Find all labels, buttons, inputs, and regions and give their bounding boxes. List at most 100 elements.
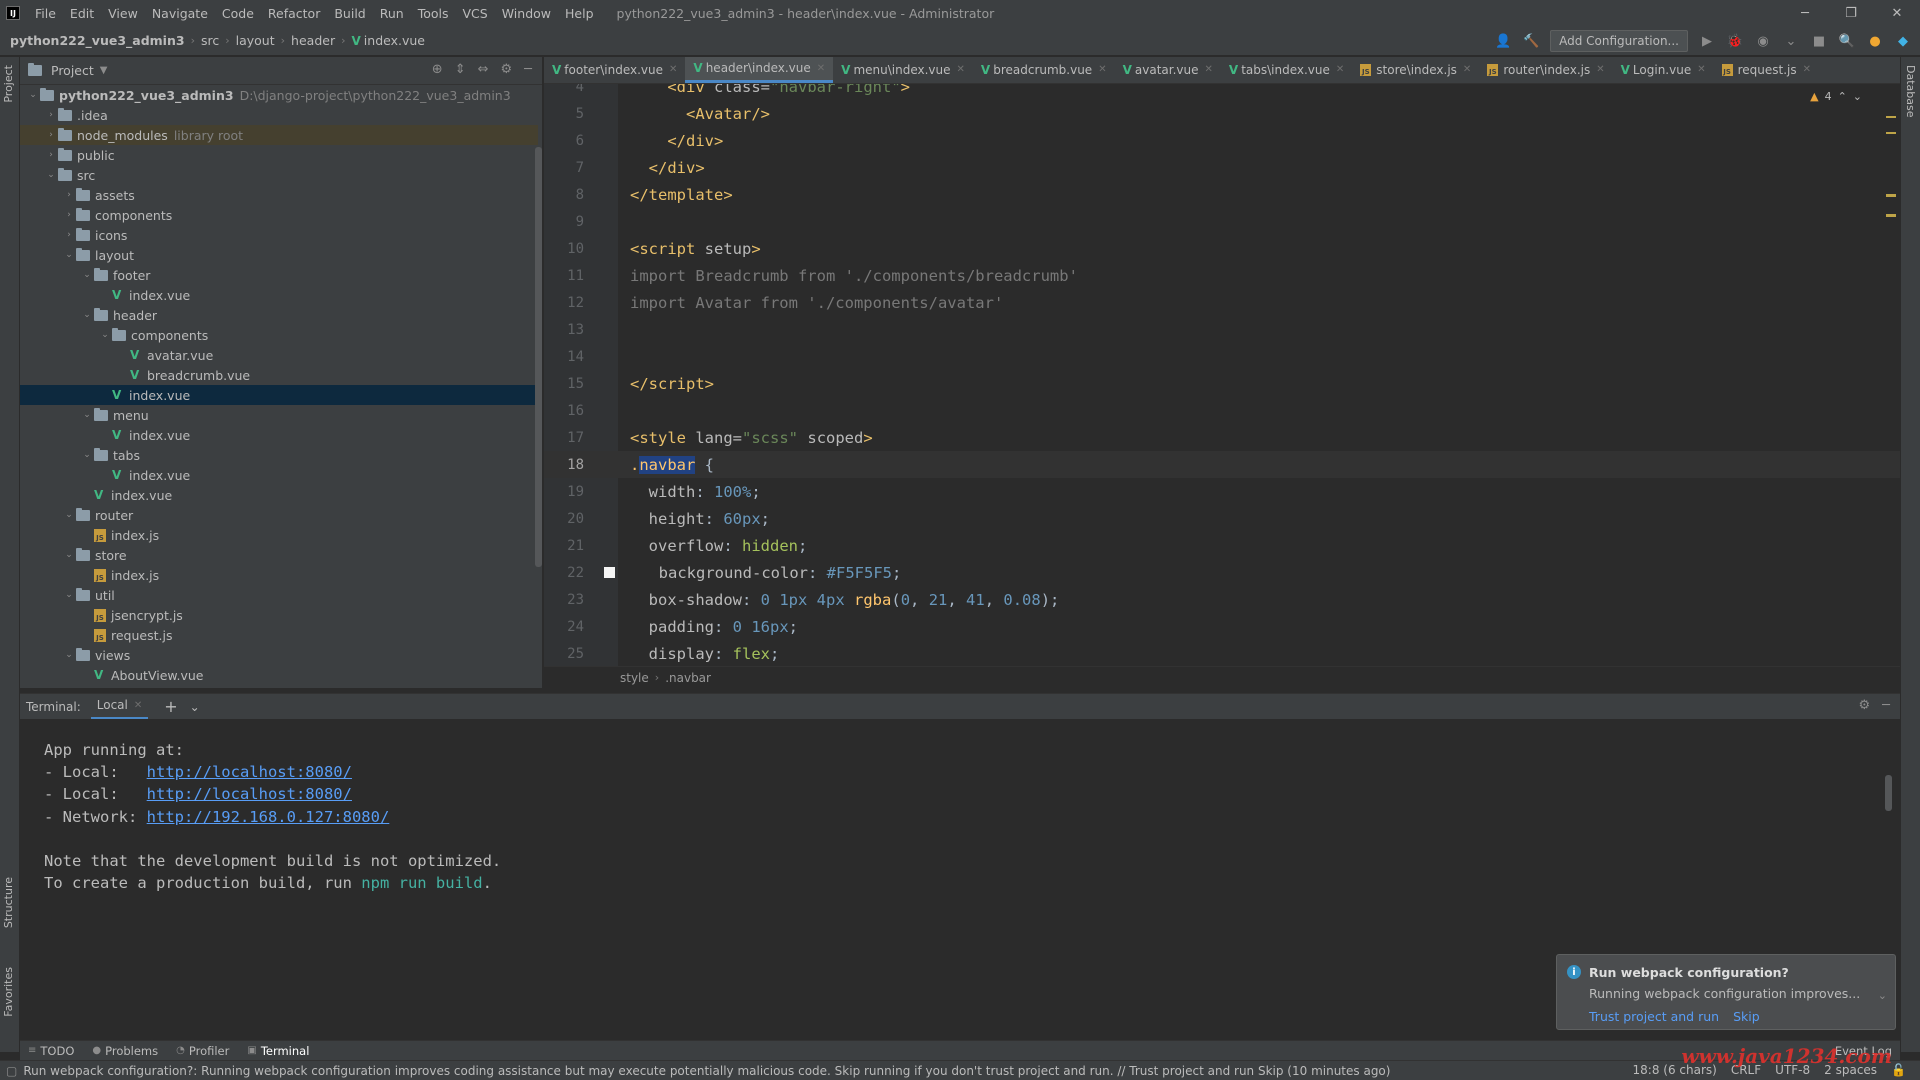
close-icon[interactable]: ✕ <box>1205 64 1213 75</box>
close-button[interactable]: ✕ <box>1874 0 1920 26</box>
expanded-arrow-icon[interactable]: ⌄ <box>44 170 58 180</box>
menu-item-view[interactable]: View <box>101 6 145 21</box>
close-icon[interactable]: ✕ <box>1803 64 1811 75</box>
expanded-arrow-icon[interactable]: ⌄ <box>62 650 76 660</box>
tool-window-problems[interactable]: ● Problems <box>92 1044 158 1058</box>
tree-item[interactable]: Vindex.vue <box>20 285 538 305</box>
tree-item[interactable]: › .idea <box>20 105 538 125</box>
project-scrollbar[interactable] <box>535 147 542 567</box>
tree-item[interactable]: JS request.js <box>20 625 538 645</box>
close-icon[interactable]: ✕ <box>1463 64 1471 75</box>
tree-item[interactable]: ⌄ router <box>20 505 538 525</box>
tree-item[interactable]: ⌄ util <box>20 585 538 605</box>
color-preview-swatch[interactable] <box>604 567 615 578</box>
terminal-scrollbar[interactable] <box>1885 775 1892 811</box>
code-line[interactable]: 11 import Breadcrumb from './components/b… <box>544 262 1900 289</box>
close-icon[interactable]: ✕ <box>1697 64 1705 75</box>
editor-tab[interactable]: Vmenu\index.vue ✕ <box>833 57 973 83</box>
expanded-arrow-icon[interactable]: ⌄ <box>80 410 94 420</box>
expanded-arrow-icon[interactable]: ⌄ <box>80 310 94 320</box>
tree-item[interactable]: Vindex.vue <box>20 385 538 405</box>
menu-item-edit[interactable]: Edit <box>63 6 101 21</box>
close-icon[interactable]: ✕ <box>134 700 142 711</box>
status-toggle-icon[interactable]: ▢ <box>6 1064 17 1078</box>
code-line[interactable]: 8 </template> <box>544 181 1900 208</box>
tree-item[interactable]: JS index.js <box>20 525 538 545</box>
code-editor[interactable]: ▲ 4 ⌃ ⌄ 4 <div class="navbar-right"> 5 <A… <box>544 84 1900 666</box>
menu-item-help[interactable]: Help <box>558 6 601 21</box>
tree-item[interactable]: JS jsencrypt.js <box>20 605 538 625</box>
status-message[interactable]: Run webpack configuration?: Running webp… <box>23 1064 1403 1078</box>
code-line[interactable]: 12 import Avatar from './components/avata… <box>544 289 1900 316</box>
breadcrumb-item[interactable]: src <box>201 33 219 48</box>
editor-tab[interactable]: V Login.vue ✕ <box>1613 57 1714 83</box>
code-line[interactable]: 20 height: 60px; <box>544 505 1900 532</box>
code-line[interactable]: 23 box-shadow: 0 1px 4px rgba(0, 21, 41,… <box>544 586 1900 613</box>
breadcrumb-item[interactable]: header <box>291 33 335 48</box>
code-line[interactable]: 22 background-color: #F5F5F5; <box>544 559 1900 586</box>
close-icon[interactable]: ✕ <box>1596 64 1604 75</box>
editor-tab[interactable]: Vfooter\index.vue ✕ <box>544 57 685 83</box>
restore-button[interactable]: ❐ <box>1828 0 1874 26</box>
editor-breadcrumb-item[interactable]: style <box>620 671 649 685</box>
tree-item[interactable]: Vindex.vue <box>20 485 538 505</box>
user-icon[interactable]: 👤 <box>1494 32 1512 50</box>
tree-item[interactable]: Vindex.vue <box>20 465 538 485</box>
tree-item[interactable]: Vindex.vue <box>20 425 538 445</box>
trust-project-link[interactable]: Trust project and run <box>1589 1009 1719 1024</box>
editor-tab[interactable]: JS request.js ✕ <box>1714 57 1819 83</box>
code-line[interactable]: 10 <script setup> <box>544 235 1900 262</box>
tree-item[interactable]: › assets <box>20 185 538 205</box>
editor-tab[interactable]: JS store\index.js ✕ <box>1352 57 1479 83</box>
tool-window-terminal[interactable]: ▣ Terminal <box>247 1044 309 1058</box>
tool-window-profiler[interactable]: ◔ Profiler <box>176 1044 229 1058</box>
tree-item[interactable]: ⌄ python222_vue3_admin3 D:\django-project\… <box>20 85 538 105</box>
terminal-tab-local[interactable]: Local ✕ <box>90 694 149 720</box>
expanded-arrow-icon[interactable]: ⌄ <box>80 270 94 280</box>
menu-item-code[interactable]: Code <box>215 6 261 21</box>
menu-item-navigate[interactable]: Navigate <box>145 6 215 21</box>
terminal-url-link[interactable]: http://localhost:8080/ <box>147 763 352 781</box>
expanded-arrow-icon[interactable]: ⌄ <box>62 250 76 260</box>
profile-dropdown-icon[interactable]: ⌄ <box>1782 32 1800 50</box>
expanded-arrow-icon[interactable]: ⌄ <box>62 590 76 600</box>
collapsed-arrow-icon[interactable]: › <box>62 210 76 220</box>
code-line[interactable]: 16 <box>544 397 1900 424</box>
project-panel-title[interactable]: Project <box>51 63 94 78</box>
minimize-button[interactable]: ─ <box>1782 0 1828 26</box>
editor-breadcrumb-item[interactable]: .navbar <box>665 671 711 685</box>
breadcrumb-item[interactable]: python222_vue3_admin3 <box>10 33 185 48</box>
tree-item[interactable]: ⌄ components <box>20 325 538 345</box>
code-line[interactable]: 14 <box>544 343 1900 370</box>
code-line[interactable]: 18 .navbar { <box>544 451 1900 478</box>
tree-item[interactable]: › node_modules library root <box>20 125 538 145</box>
tool-window-todo[interactable]: ≡ TODO <box>28 1044 74 1058</box>
hide-icon[interactable]: ─ <box>1882 698 1890 713</box>
settings-gear-icon[interactable]: ⚙ <box>501 62 513 77</box>
tree-item[interactable]: › public <box>20 145 538 165</box>
jetbrains-logo-icon[interactable]: ◆ <box>1894 32 1912 50</box>
terminal-url-link[interactable]: http://localhost:8080/ <box>147 785 352 803</box>
collapsed-arrow-icon[interactable]: › <box>44 150 58 160</box>
expanded-arrow-icon[interactable]: ⌄ <box>98 330 112 340</box>
code-line[interactable]: 15 </script> <box>544 370 1900 397</box>
editor-tab[interactable]: Vavatar.vue ✕ <box>1115 57 1221 83</box>
lock-icon[interactable]: 🔓 <box>1891 1063 1906 1077</box>
chevron-down-icon[interactable]: ⌄ <box>1878 989 1887 1002</box>
update-icon[interactable]: ● <box>1866 32 1884 50</box>
code-line[interactable]: 21 overflow: hidden; <box>544 532 1900 559</box>
code-line[interactable]: 7 </div> <box>544 154 1900 181</box>
tree-item[interactable]: ⌄ footer <box>20 265 538 285</box>
code-line[interactable]: 25 display: flex; <box>544 640 1900 666</box>
close-icon[interactable]: ✕ <box>957 64 965 75</box>
chevron-down-icon[interactable]: ⌄ <box>190 700 200 714</box>
menu-item-tools[interactable]: Tools <box>411 6 456 21</box>
code-line[interactable]: 19 width: 100%; <box>544 478 1900 505</box>
close-icon[interactable]: ✕ <box>1098 64 1106 75</box>
project-tool-button[interactable]: Project <box>2 65 15 103</box>
terminal-command[interactable]: npm run build <box>361 874 482 892</box>
menu-item-build[interactable]: Build <box>327 6 372 21</box>
close-icon[interactable]: ✕ <box>669 64 677 75</box>
chevron-down-icon[interactable]: ▼ <box>100 65 108 76</box>
coverage-icon[interactable]: ◉ <box>1754 32 1772 50</box>
